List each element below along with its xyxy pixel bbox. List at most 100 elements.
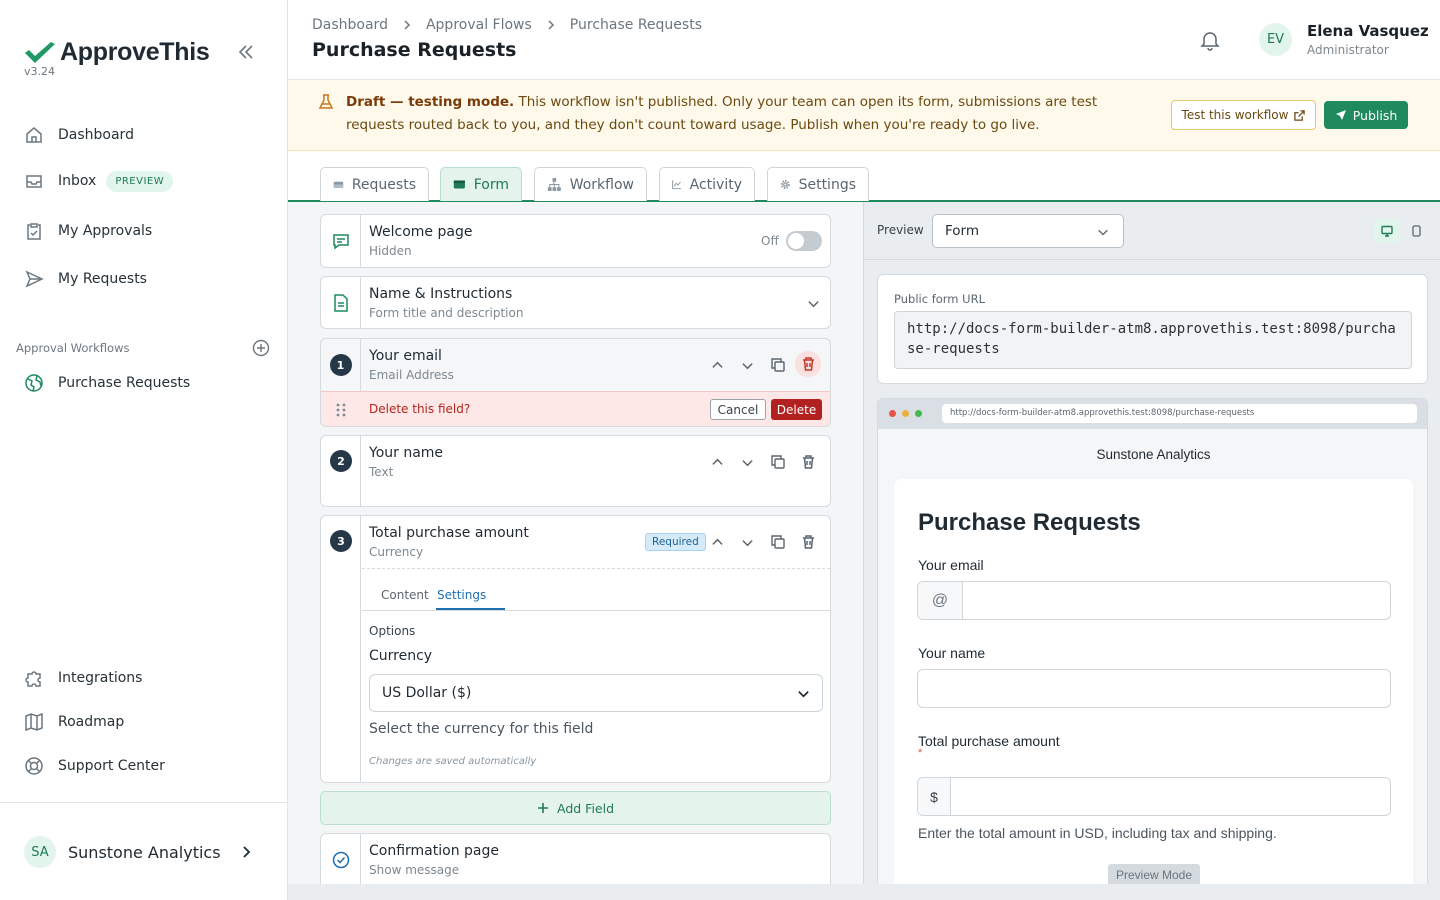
browser-url-bar: http://docs-form-builder-atm8.approvethi… [942,404,1417,423]
bottom-scroll-area [288,884,1440,900]
tab-requests[interactable]: Requests [320,167,429,201]
chevron-down-icon[interactable] [741,536,754,549]
chevron-down-icon[interactable] [807,297,820,310]
chevron-up-icon[interactable] [711,359,724,372]
nav-my-approvals[interactable]: My Approvals [24,217,152,245]
app-version: v3.24 [24,65,56,78]
add-field-label: Add Field [556,800,615,816]
field-number: 2 [330,450,352,472]
breadcrumb-approval-flows[interactable]: Approval Flows [426,17,532,33]
dollar-prefix: $ [918,778,951,815]
preview-mode-select[interactable]: Form [932,214,1124,248]
welcome-page-card[interactable]: Welcome page Hidden Off [320,214,831,268]
drag-handle-icon[interactable] [336,403,346,417]
breadcrumb-dashboard[interactable]: Dashboard [312,17,388,33]
desktop-view-button[interactable] [1374,219,1400,243]
field-card-your-name[interactable]: 2 Your name Text [320,435,831,507]
add-workflow-button[interactable] [252,339,270,357]
tab-workflow[interactable]: Workflow [534,167,647,201]
nav-dashboard[interactable]: Dashboard [24,121,134,149]
copy-icon[interactable] [771,455,785,469]
test-workflow-button[interactable]: Test this workflow [1171,100,1316,130]
tab-settings[interactable]: Settings [767,167,869,201]
tray-icon [333,181,344,188]
welcome-title: Welcome page [369,224,473,240]
subtab-settings[interactable]: Settings [437,588,486,602]
nav-my-requests[interactable]: My Requests [24,265,147,293]
user-role: Administrator [1307,43,1389,57]
delete-field-button[interactable] [795,351,821,377]
add-field-button[interactable]: Add Field [320,791,831,825]
preview-email-label: Your email [918,557,984,573]
tab-label: Requests [351,176,416,193]
bell-icon [1200,32,1220,51]
trash-icon[interactable] [802,535,815,549]
autosave-note: Changes are saved automatically [369,756,537,767]
user-name[interactable]: Elena Vasquez [1307,22,1429,40]
chevron-down-icon [1098,229,1108,236]
app-logo[interactable]: ApproveThis [24,38,210,67]
user-avatar[interactable]: EV [1259,23,1292,56]
copy-icon[interactable] [771,358,785,372]
currency-select[interactable]: US Dollar ($) [369,674,823,712]
nav-integrations[interactable]: Integrations [24,664,142,692]
preview-email-input[interactable]: @ [917,581,1391,620]
copy-icon[interactable] [771,535,785,549]
inbox-icon [26,175,42,188]
chevron-up-icon[interactable] [711,536,724,549]
breadcrumb-purchase-requests[interactable]: Purchase Requests [570,17,702,33]
lifebuoy-icon [25,757,43,775]
subtab-content[interactable]: Content [381,588,429,602]
preview-mode-badge: Preview Mode [1108,864,1201,884]
tab-activity[interactable]: Activity [659,167,755,201]
form-icon [453,180,465,189]
confirmation-page-card[interactable]: Confirmation page Show message [320,833,831,885]
window-close-dot [889,410,896,417]
nav-label: Roadmap [58,714,125,730]
page-title: Purchase Requests [312,39,517,61]
field-card-your-email[interactable]: 1 Your email Email Address Delete this f… [320,338,831,427]
chevron-right-icon [548,20,554,30]
notifications-button[interactable] [1199,29,1221,51]
draft-banner: Draft — testing mode. This workflow isn'… [288,80,1440,151]
tab-form[interactable]: Form [440,167,522,201]
collapse-sidebar-button[interactable] [236,42,256,62]
cancel-delete-button[interactable]: Cancel [710,399,766,420]
workflow-tabs: Requests Form Workflow Activity Settings [288,151,1440,202]
welcome-toggle[interactable] [786,231,822,251]
clipboard-check-icon [27,223,41,240]
nav-inbox[interactable]: Inbox PREVIEW [24,167,174,195]
preview-name-input[interactable] [917,669,1391,708]
confirm-delete-button[interactable]: Delete [771,399,822,420]
field-title: Your name [369,445,444,461]
nav-support-center[interactable]: Support Center [24,752,165,780]
currency-select-value: US Dollar ($) [382,685,472,701]
preview-amount-input[interactable]: $ [917,777,1391,816]
nav-roadmap[interactable]: Roadmap [24,708,124,736]
name-instructions-card[interactable]: Name & Instructions Form title and descr… [320,276,831,329]
public-url-field[interactable]: http://docs-form-builder-atm8.approvethi… [894,311,1412,369]
org-switcher[interactable]: SA Sunstone Analytics [24,836,253,868]
trash-icon[interactable] [802,455,815,469]
window-minimize-dot [902,410,909,417]
required-asterisk: * [918,747,923,759]
map-icon [25,712,43,732]
chevron-down-icon[interactable] [741,359,754,372]
publish-button[interactable]: Publish [1324,101,1408,129]
flask-icon [318,94,334,109]
chevron-up-icon[interactable] [711,456,724,469]
chat-icon [332,234,349,250]
workflow-purchase-requests[interactable]: Purchase Requests [24,369,190,397]
mobile-view-button[interactable] [1407,219,1425,243]
nav-label: My Approvals [58,223,153,239]
chevron-down-icon[interactable] [741,456,754,469]
preview-form-card: Purchase Requests Your email @ Your name… [894,479,1413,884]
app-name: ApproveThis [60,38,210,66]
welcome-toggle-label: Off [761,234,779,248]
preview-amount-help: Enter the total amount in USD, including… [918,825,1277,841]
at-sign-icon: @ [918,582,963,619]
field-card-total-purchase-amount[interactable]: 3 Total purchase amount Currency Require… [320,515,831,783]
checkmark-logo-icon [25,41,55,63]
nav-label: My Requests [58,271,147,287]
sidebar-divider [0,802,287,803]
